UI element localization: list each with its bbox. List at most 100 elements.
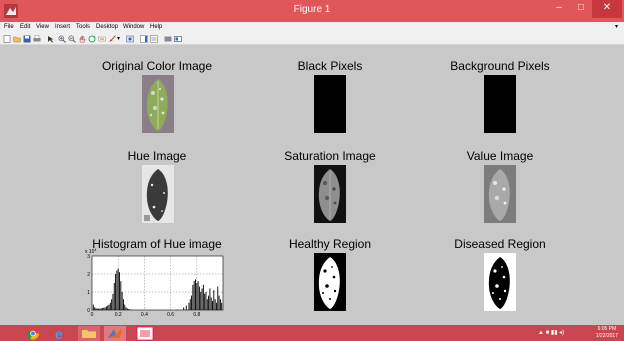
zoom-in-icon[interactable] (58, 35, 66, 43)
histogram-bar (108, 304, 110, 310)
histogram-bar (102, 308, 103, 310)
zoom-out-icon[interactable] (68, 35, 76, 43)
legend-icon[interactable] (150, 35, 158, 43)
close-button[interactable]: ✕ (592, 0, 622, 18)
menu-tools[interactable]: Tools (76, 24, 90, 30)
figure-window-icon[interactable] (134, 326, 156, 341)
black-pixels-image (314, 75, 346, 133)
edit-plot-icon[interactable] (47, 35, 55, 43)
panel-title-value-image: Value Image (466, 149, 534, 163)
histogram-bar (121, 292, 123, 310)
histogram-chart: 0123 0 0.2 0.4 0.6 0.8 x 104 (85, 248, 224, 318)
histogram-bar (183, 307, 185, 310)
background-pixels-image (484, 75, 516, 133)
histogram-y-tick-label: 1 (87, 290, 90, 296)
histogram-bar (107, 305, 109, 310)
histogram-bar (105, 306, 107, 310)
menu-help[interactable]: Help (150, 24, 162, 30)
window-title: Figure 1 (293, 4, 331, 15)
rotate-icon[interactable] (88, 35, 96, 43)
system-tray[interactable]: ▲ ■ ▮▮ ◂) (538, 329, 564, 336)
menu-edit[interactable]: Edit (20, 24, 30, 30)
histogram-bar (210, 297, 212, 310)
histogram-bar (92, 304, 94, 310)
pan-icon[interactable] (78, 35, 86, 43)
save-icon[interactable] (23, 35, 31, 43)
histogram-bar (100, 308, 102, 310)
panel-title-original-color-image: Original Color Image (101, 59, 213, 73)
internet-explorer-icon[interactable]: e (50, 326, 72, 341)
histogram-bar (192, 284, 194, 310)
colorbar-icon[interactable] (140, 35, 148, 43)
panel-title-background-pixels: Background Pixels (450, 59, 550, 73)
chrome-icon[interactable] (22, 326, 44, 341)
histogram-bar (204, 293, 206, 310)
matlab-taskbar-icon[interactable] (104, 326, 126, 341)
histogram-bar (206, 299, 208, 310)
histogram-bar (205, 292, 207, 310)
histogram-bar (125, 307, 127, 310)
print-icon[interactable] (33, 35, 41, 43)
histogram-bar (188, 302, 190, 310)
histogram-bar (103, 307, 105, 310)
clock-time: 6:05 PM (597, 326, 617, 332)
histogram-bar (202, 284, 204, 310)
histogram-bar (95, 308, 97, 310)
histogram-bar (129, 309, 131, 310)
title-bar: Figure 1 – □ ✕ (0, 0, 624, 22)
histogram-bar (116, 270, 118, 310)
show-plot-tools-icon[interactable] (174, 35, 182, 43)
histogram-x-tick-label: 0.2 (115, 312, 122, 318)
hide-plot-tools-icon[interactable] (164, 35, 172, 43)
histogram-bar (96, 308, 98, 310)
menu-file[interactable]: File (4, 24, 14, 30)
histogram-bar (214, 299, 216, 310)
clock[interactable]: 6:05 PM 1/22/2017 (596, 326, 618, 340)
panel-title-black-pixels: Black Pixels (297, 59, 363, 73)
histogram-bar (94, 307, 96, 310)
histogram-bar (115, 274, 117, 310)
histogram-x-tick-label: 0.8 (193, 312, 200, 318)
diseased-region-image (484, 253, 516, 311)
histogram-bar (208, 295, 210, 310)
histogram-y-ticks: 0123 (87, 254, 90, 314)
menu-view[interactable]: View (36, 24, 49, 30)
histogram-bar (98, 308, 99, 310)
taskbar: e ▲ ■ ▮▮ ◂) 6:05 PM 1/22/2017 (0, 325, 624, 341)
histogram-bar (111, 299, 113, 310)
histogram-bar (197, 281, 199, 310)
histogram-bar (189, 299, 191, 310)
histogram-bar (216, 302, 217, 310)
healthy-region-image (314, 253, 346, 311)
brush-dropdown-icon[interactable]: ▾ (117, 35, 125, 43)
menu-desktop[interactable]: Desktop (96, 24, 118, 30)
menu-overflow-icon[interactable]: ▾ (615, 23, 618, 30)
figure-canvas: Original Color Image Black Pixels Backgr… (0, 45, 624, 325)
menu-insert[interactable]: Insert (55, 24, 70, 30)
file-explorer-icon[interactable] (78, 326, 100, 341)
histogram-bar (120, 281, 122, 310)
histogram-bar (193, 281, 195, 310)
brush-icon[interactable] (108, 35, 116, 43)
histogram-bar (196, 283, 198, 310)
histogram-exponent-label: x 104 (85, 248, 96, 255)
histogram-x-ticks: 0 0.2 0.4 0.6 0.8 (91, 312, 201, 318)
histogram-x-tick-label: 0.4 (141, 312, 148, 318)
original-color-image (142, 75, 174, 133)
data-cursor-icon[interactable] (98, 35, 106, 43)
menu-window[interactable]: Window (123, 24, 144, 30)
histogram-bar (219, 299, 221, 310)
minimize-button[interactable]: – (548, 0, 570, 18)
histogram-bar (99, 308, 101, 310)
link-icon[interactable] (126, 35, 134, 43)
histogram-bar (200, 292, 202, 310)
maximize-button[interactable]: □ (570, 0, 592, 18)
open-file-icon[interactable] (13, 35, 21, 43)
histogram-bar (104, 307, 106, 310)
new-figure-icon[interactable] (3, 35, 11, 43)
histogram-bar (128, 309, 130, 310)
svg-text:e: e (55, 326, 63, 341)
panel-title-diseased-region: Diseased Region (454, 237, 546, 251)
histogram-bar (176, 309, 178, 310)
histogram-bar (126, 308, 128, 310)
